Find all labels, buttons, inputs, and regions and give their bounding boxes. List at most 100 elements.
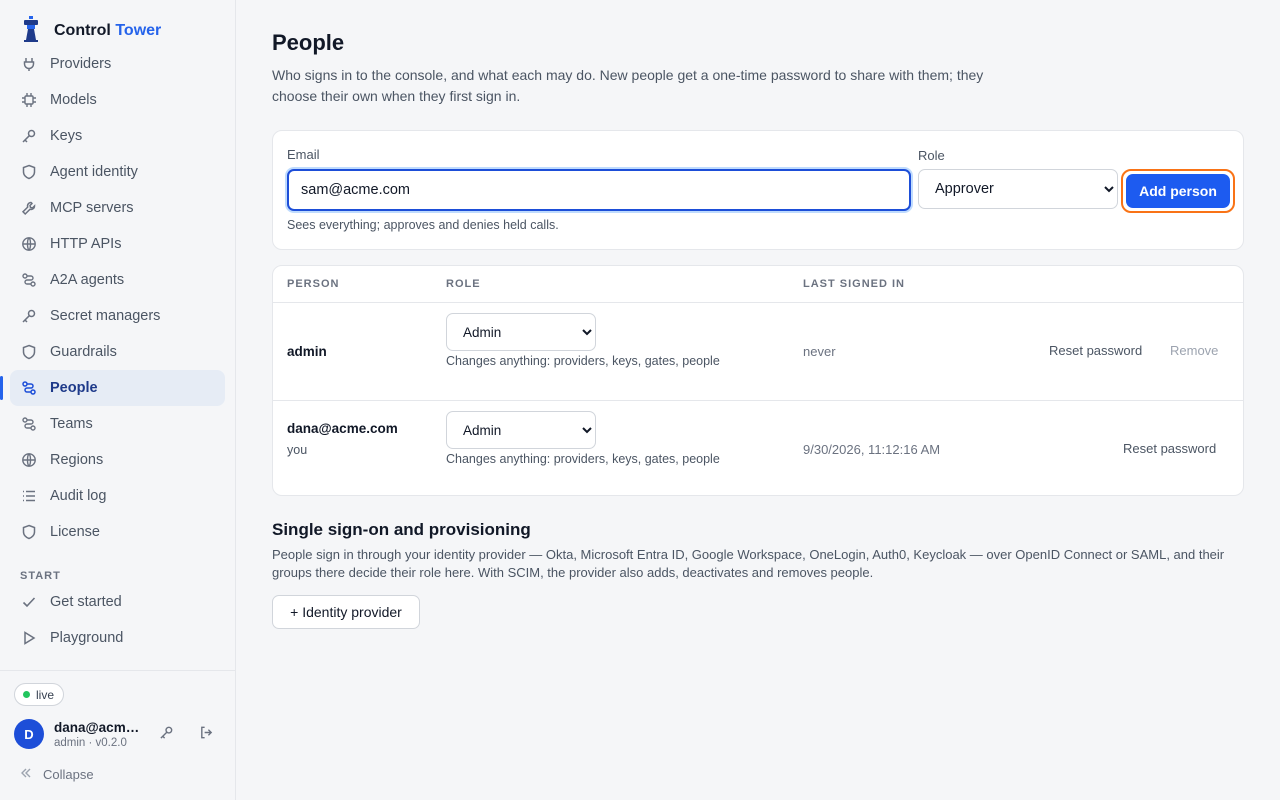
page-title: People [272, 30, 345, 55]
sidebar-item-label: Playground [50, 630, 124, 646]
email-field[interactable] [287, 169, 911, 211]
sidebar-item-get-started[interactable]: Get started [10, 584, 225, 620]
avatar[interactable]: D [14, 719, 44, 749]
add-person-button[interactable]: Add person [1126, 174, 1230, 208]
user-row: D dana@acme.com admin · v0.2.0 [14, 718, 224, 750]
key-icon [20, 307, 38, 325]
sidebar-nav: Providers Models Keys Agent identity MCP… [0, 46, 225, 656]
network-icon [20, 271, 38, 289]
person-name: admin [287, 344, 327, 359]
table-row: admin Admin Changes anything: providers,… [273, 303, 1243, 401]
globe-icon [20, 451, 38, 469]
shield-icon [20, 523, 38, 541]
sso-description: People sign in through your identity pro… [272, 547, 1225, 580]
people-table: PERSON ROLE LAST SIGNED IN admin Admin C… [272, 265, 1244, 496]
play-icon [20, 629, 38, 647]
check-icon [20, 593, 38, 611]
sidebar-item-license[interactable]: License [10, 514, 225, 550]
user-email: dana@acme.com [54, 719, 144, 735]
sidebar-section-start: START [20, 570, 61, 582]
person-role-select[interactable]: Admin [446, 411, 596, 449]
role-help-text: Changes anything: providers, keys, gates… [446, 452, 720, 466]
sidebar-item-label: Providers [50, 56, 112, 72]
sidebar-footer: live D dana@acme.com admin · v0.2.0 Coll… [0, 670, 235, 800]
reset-password-button[interactable]: Reset password [1123, 441, 1216, 456]
page-description: Who signs in to the console, and what ea… [272, 67, 984, 104]
sidebar-item-secret-managers[interactable]: Secret managers [10, 298, 225, 334]
table-row: dana@acme.com you Admin Changes anything… [273, 401, 1243, 495]
sidebar-item-playground[interactable]: Playground [10, 620, 225, 656]
table-header: PERSON ROLE LAST SIGNED IN [273, 266, 1243, 303]
sidebar-item-label: Models [50, 92, 97, 108]
person-you-label: you [287, 443, 308, 457]
sidebar-item-models[interactable]: Models [10, 82, 225, 118]
status-label: live [36, 687, 55, 702]
role-help-text: Changes anything: providers, keys, gates… [446, 354, 720, 368]
sidebar-item-http-apis[interactable]: HTTP APIs [10, 226, 225, 262]
sidebar-item-label: HTTP APIs [50, 236, 122, 252]
collapse-button[interactable]: Collapse [20, 767, 94, 782]
reset-password-button[interactable]: Reset password [1049, 343, 1142, 358]
column-header-role: ROLE [446, 278, 481, 290]
sidebar-item-label: Guardrails [50, 344, 117, 360]
add-person-button-focus-ring: Add person [1121, 169, 1235, 213]
last-signed-in: never [803, 344, 836, 359]
sidebar-item-providers[interactable]: Providers [10, 46, 225, 82]
sign-out-icon [199, 725, 214, 743]
key-icon [20, 127, 38, 145]
remove-button[interactable]: Remove [1170, 343, 1218, 358]
role-help-text: Sees everything; approves and denies hel… [287, 218, 559, 232]
sidebar-item-label: People [50, 380, 98, 396]
key-icon [159, 725, 174, 743]
tower-logo-icon [20, 16, 42, 45]
sign-out-button[interactable] [194, 722, 218, 746]
sidebar-item-label: Teams [50, 416, 93, 432]
add-identity-provider-button[interactable]: + Identity provider [272, 595, 420, 629]
column-header-person: PERSON [287, 278, 340, 290]
chevrons-left-icon [20, 767, 32, 782]
live-dot-icon [23, 691, 30, 698]
sidebar-item-label: Secret managers [50, 308, 161, 324]
user-meta: admin · v0.2.0 [54, 736, 127, 749]
shield-icon [20, 163, 38, 181]
sidebar-item-mcp-servers[interactable]: MCP servers [10, 190, 225, 226]
sidebar-item-label: Agent identity [50, 164, 138, 180]
people-icon [20, 379, 38, 397]
last-signed-in: 9/30/2026, 11:12:16 AM [803, 442, 941, 457]
chip-icon [20, 91, 38, 109]
sidebar-item-teams[interactable]: Teams [10, 406, 225, 442]
shield-icon [20, 343, 38, 361]
wrench-icon [20, 199, 38, 217]
sidebar-item-label: Audit log [50, 488, 107, 504]
column-header-last-signed-in: LAST SIGNED IN [803, 278, 906, 290]
user-info: dana@acme.com admin · v0.2.0 [54, 720, 144, 749]
status-badge: live [14, 683, 65, 706]
sidebar-item-regions[interactable]: Regions [10, 442, 225, 478]
email-label: Email [287, 147, 320, 162]
list-icon [20, 487, 38, 505]
sidebar-item-agent-identity[interactable]: Agent identity [10, 154, 225, 190]
role-label: Role [918, 148, 945, 163]
main-content: People Who signs in to the console, and … [236, 0, 1280, 800]
role-select[interactable]: Approver [918, 169, 1118, 209]
sso-section-title: Single sign-on and provisioning [272, 520, 531, 539]
sidebar-item-audit-log[interactable]: Audit log [10, 478, 225, 514]
plug-icon [20, 55, 38, 73]
change-password-button[interactable] [154, 722, 178, 746]
sidebar-item-label: Regions [50, 452, 104, 468]
sidebar-item-label: Keys [50, 128, 83, 144]
brand[interactable]: Control Tower [20, 16, 161, 45]
sidebar-item-label: A2A agents [50, 272, 125, 288]
person-role-select[interactable]: Admin [446, 313, 596, 351]
app-name: Control Tower [54, 21, 162, 39]
sidebar-item-label: Get started [50, 594, 122, 610]
sidebar-item-label: License [50, 524, 100, 540]
sidebar-item-keys[interactable]: Keys [10, 118, 225, 154]
sidebar: Control Tower Providers Models Keys Agen… [0, 0, 236, 800]
sidebar-item-people[interactable]: People [0, 370, 225, 406]
collapse-label: Collapse [43, 767, 94, 782]
network-icon [20, 415, 38, 433]
sidebar-item-guardrails[interactable]: Guardrails [10, 334, 225, 370]
globe-icon [20, 235, 38, 253]
sidebar-item-a2a-agents[interactable]: A2A agents [10, 262, 225, 298]
